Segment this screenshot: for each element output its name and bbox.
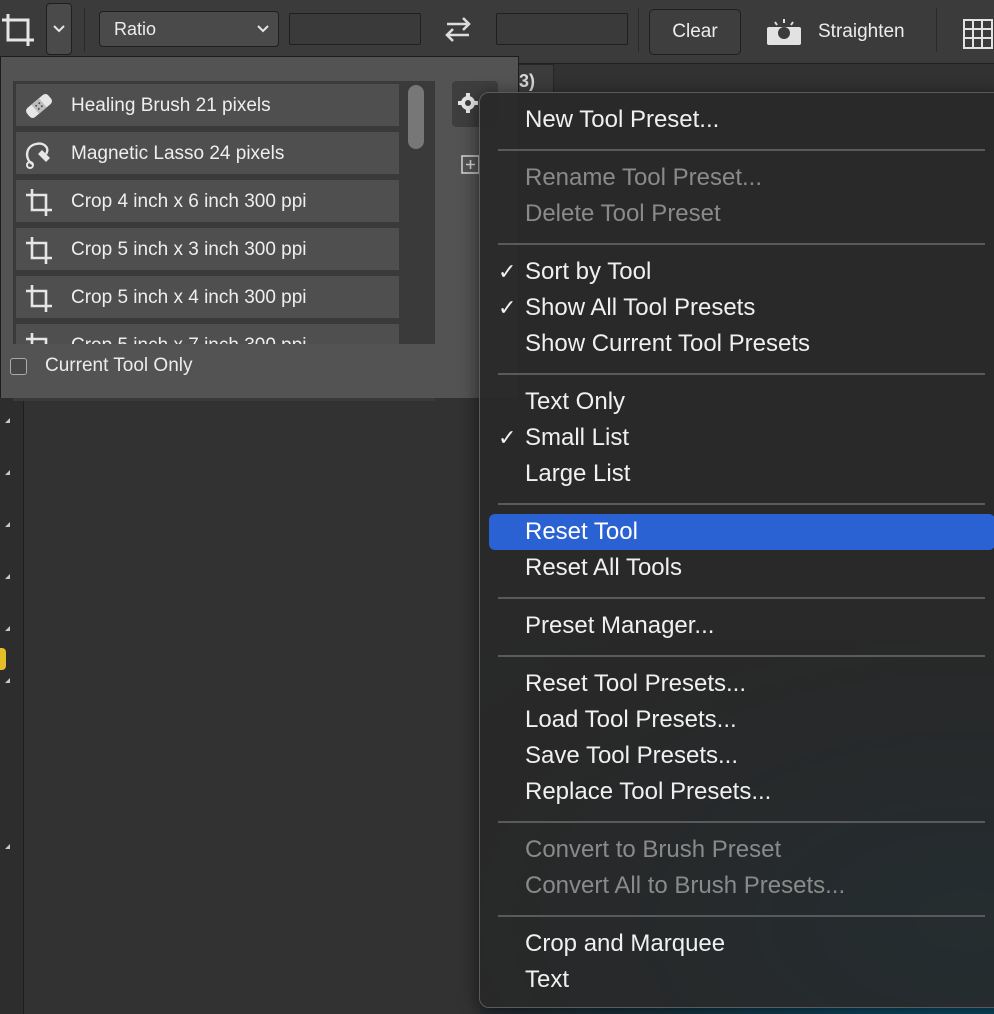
tool-preset-panel: Healing Brush 21 pixels Magnetic Lasso 2… <box>0 56 519 401</box>
menu-separator <box>498 821 985 823</box>
width-input[interactable] <box>289 13 421 45</box>
menu-item-preset-manager[interactable]: Preset Manager... <box>489 608 994 644</box>
preset-item[interactable]: Crop 5 inch x 3 inch 300 ppi <box>15 227 400 271</box>
menu-separator <box>498 149 985 151</box>
tool-group-indicator <box>5 522 10 527</box>
menu-item-load-tool-presets[interactable]: Load Tool Presets... <box>489 702 994 738</box>
chevron-down-icon <box>53 25 65 33</box>
ratio-select[interactable]: Ratio <box>99 11 279 47</box>
menu-item-label: Reset All Tools <box>525 554 682 581</box>
menu-item-new-tool-preset[interactable]: New Tool Preset... <box>489 102 994 138</box>
menu-item-label: Delete Tool Preset <box>525 200 721 227</box>
menu-item-label: Load Tool Presets... <box>525 706 737 733</box>
toolbar-divider <box>936 8 937 52</box>
ratio-select-value: Ratio <box>114 19 157 39</box>
menu-separator <box>498 915 985 917</box>
menu-separator <box>498 503 985 505</box>
tool-group-indicator <box>5 626 10 631</box>
tool-icon-partial[interactable] <box>0 648 6 670</box>
clear-button[interactable]: Clear <box>649 9 741 55</box>
menu-item-label: Convert All to Brush Presets... <box>525 872 846 899</box>
menu-item-text[interactable]: Text <box>489 962 994 998</box>
menu-item-show-current-tool-presets[interactable]: Show Current Tool Presets <box>489 326 994 362</box>
menu-separator <box>498 597 985 599</box>
grid-overlay-icon[interactable] <box>960 16 994 50</box>
menu-item-label: Rename Tool Preset... <box>525 164 763 191</box>
crop-tool-icon[interactable] <box>0 8 42 52</box>
tool-group-indicator <box>5 678 10 683</box>
menu-item-small-list[interactable]: ✓ Small List <box>489 420 994 456</box>
preset-item[interactable]: Crop 4 inch x 6 inch 300 ppi <box>15 179 400 223</box>
menu-item-label: Show Current Tool Presets <box>525 330 811 357</box>
menu-item-label: Convert to Brush Preset <box>525 836 782 863</box>
tool-group-indicator <box>5 418 10 423</box>
menu-item-reset-tool[interactable]: Reset Tool <box>489 514 994 550</box>
menu-separator <box>498 243 985 245</box>
tool-group-indicator <box>5 470 10 475</box>
menu-item-label: Sort by Tool <box>525 258 652 285</box>
checkmark-icon: ✓ <box>498 259 517 284</box>
menu-item-rename-tool-preset: Rename Tool Preset... <box>489 160 994 196</box>
menu-item-label: Text <box>525 966 570 993</box>
menu-separator <box>498 373 985 375</box>
menu-item-convert-all-to-brush-presets: Convert All to Brush Presets... <box>489 868 994 904</box>
swap-dimensions-icon[interactable] <box>441 14 475 44</box>
document-tab-label: 3) <box>519 71 536 91</box>
menu-item-convert-to-brush-preset: Convert to Brush Preset <box>489 832 994 868</box>
crop-icon <box>22 234 56 266</box>
menu-item-label: Small List <box>525 424 630 451</box>
scrollbar-thumb[interactable] <box>408 85 424 149</box>
menu-item-label: Save Tool Presets... <box>525 742 738 769</box>
menu-item-sort-by-tool[interactable]: ✓ Sort by Tool <box>489 254 994 290</box>
current-tool-only-label[interactable]: Current Tool Only <box>45 355 193 377</box>
healing-brush-icon <box>22 90 56 122</box>
menu-item-label: Reset Tool Presets... <box>525 670 746 697</box>
preset-item[interactable]: Magnetic Lasso 24 pixels <box>15 131 400 175</box>
menu-item-show-all-tool-presets[interactable]: ✓ Show All Tool Presets <box>489 290 994 326</box>
menu-item-large-list[interactable]: Large List <box>489 456 994 492</box>
current-tool-only-checkbox[interactable] <box>10 358 27 375</box>
toolbar-divider <box>84 8 85 52</box>
menu-separator <box>498 655 985 657</box>
magnetic-lasso-icon <box>22 138 56 170</box>
tools-panel <box>0 396 24 1014</box>
menu-item-replace-tool-presets[interactable]: Replace Tool Presets... <box>489 774 994 810</box>
menu-item-reset-all-tools[interactable]: Reset All Tools <box>489 550 994 586</box>
tool-preset-context-menu: New Tool Preset... Rename Tool Preset...… <box>479 92 994 1008</box>
menu-item-label: Text Only <box>525 388 626 415</box>
menu-item-reset-tool-presets[interactable]: Reset Tool Presets... <box>489 666 994 702</box>
menu-item-label: Reset Tool <box>525 518 638 545</box>
checkmark-icon: ✓ <box>498 425 517 450</box>
tool-group-indicator <box>5 574 10 579</box>
menu-item-label: Large List <box>525 460 631 487</box>
crop-icon <box>22 282 56 314</box>
menu-item-text-only[interactable]: Text Only <box>489 384 994 420</box>
toolbar-divider <box>638 8 639 52</box>
height-input[interactable] <box>496 13 628 45</box>
preset-label: Crop 5 inch x 3 inch 300 ppi <box>71 239 307 260</box>
preset-label: Healing Brush 21 pixels <box>71 95 271 116</box>
preset-item[interactable]: Crop 5 inch x 4 inch 300 ppi <box>15 275 400 319</box>
menu-item-label: New Tool Preset... <box>525 106 720 133</box>
menu-item-label: Replace Tool Presets... <box>525 778 772 805</box>
preset-label: Magnetic Lasso 24 pixels <box>71 143 285 164</box>
straighten-label[interactable]: Straighten <box>818 21 905 43</box>
options-bar: Ratio Clear Straighten <box>0 0 994 64</box>
menu-item-label: Preset Manager... <box>525 612 715 639</box>
menu-item-label: Crop and Marquee <box>525 930 726 957</box>
menu-item-crop-and-marquee[interactable]: Crop and Marquee <box>489 926 994 962</box>
checkmark-icon: ✓ <box>498 295 517 320</box>
tool-group-indicator <box>5 844 10 849</box>
menu-item-label: Show All Tool Presets <box>525 294 756 321</box>
preset-item[interactable]: Healing Brush 21 pixels <box>15 83 400 127</box>
preset-label: Crop 5 inch x 4 inch 300 ppi <box>71 287 307 308</box>
crop-icon <box>22 186 56 218</box>
preset-label: Crop 4 inch x 6 inch 300 ppi <box>71 191 307 212</box>
menu-item-delete-tool-preset: Delete Tool Preset <box>489 196 994 232</box>
chevron-down-icon <box>257 25 269 33</box>
menu-item-save-tool-presets[interactable]: Save Tool Presets... <box>489 738 994 774</box>
tool-preset-picker-button[interactable] <box>46 3 72 55</box>
straighten-icon[interactable] <box>765 17 803 47</box>
